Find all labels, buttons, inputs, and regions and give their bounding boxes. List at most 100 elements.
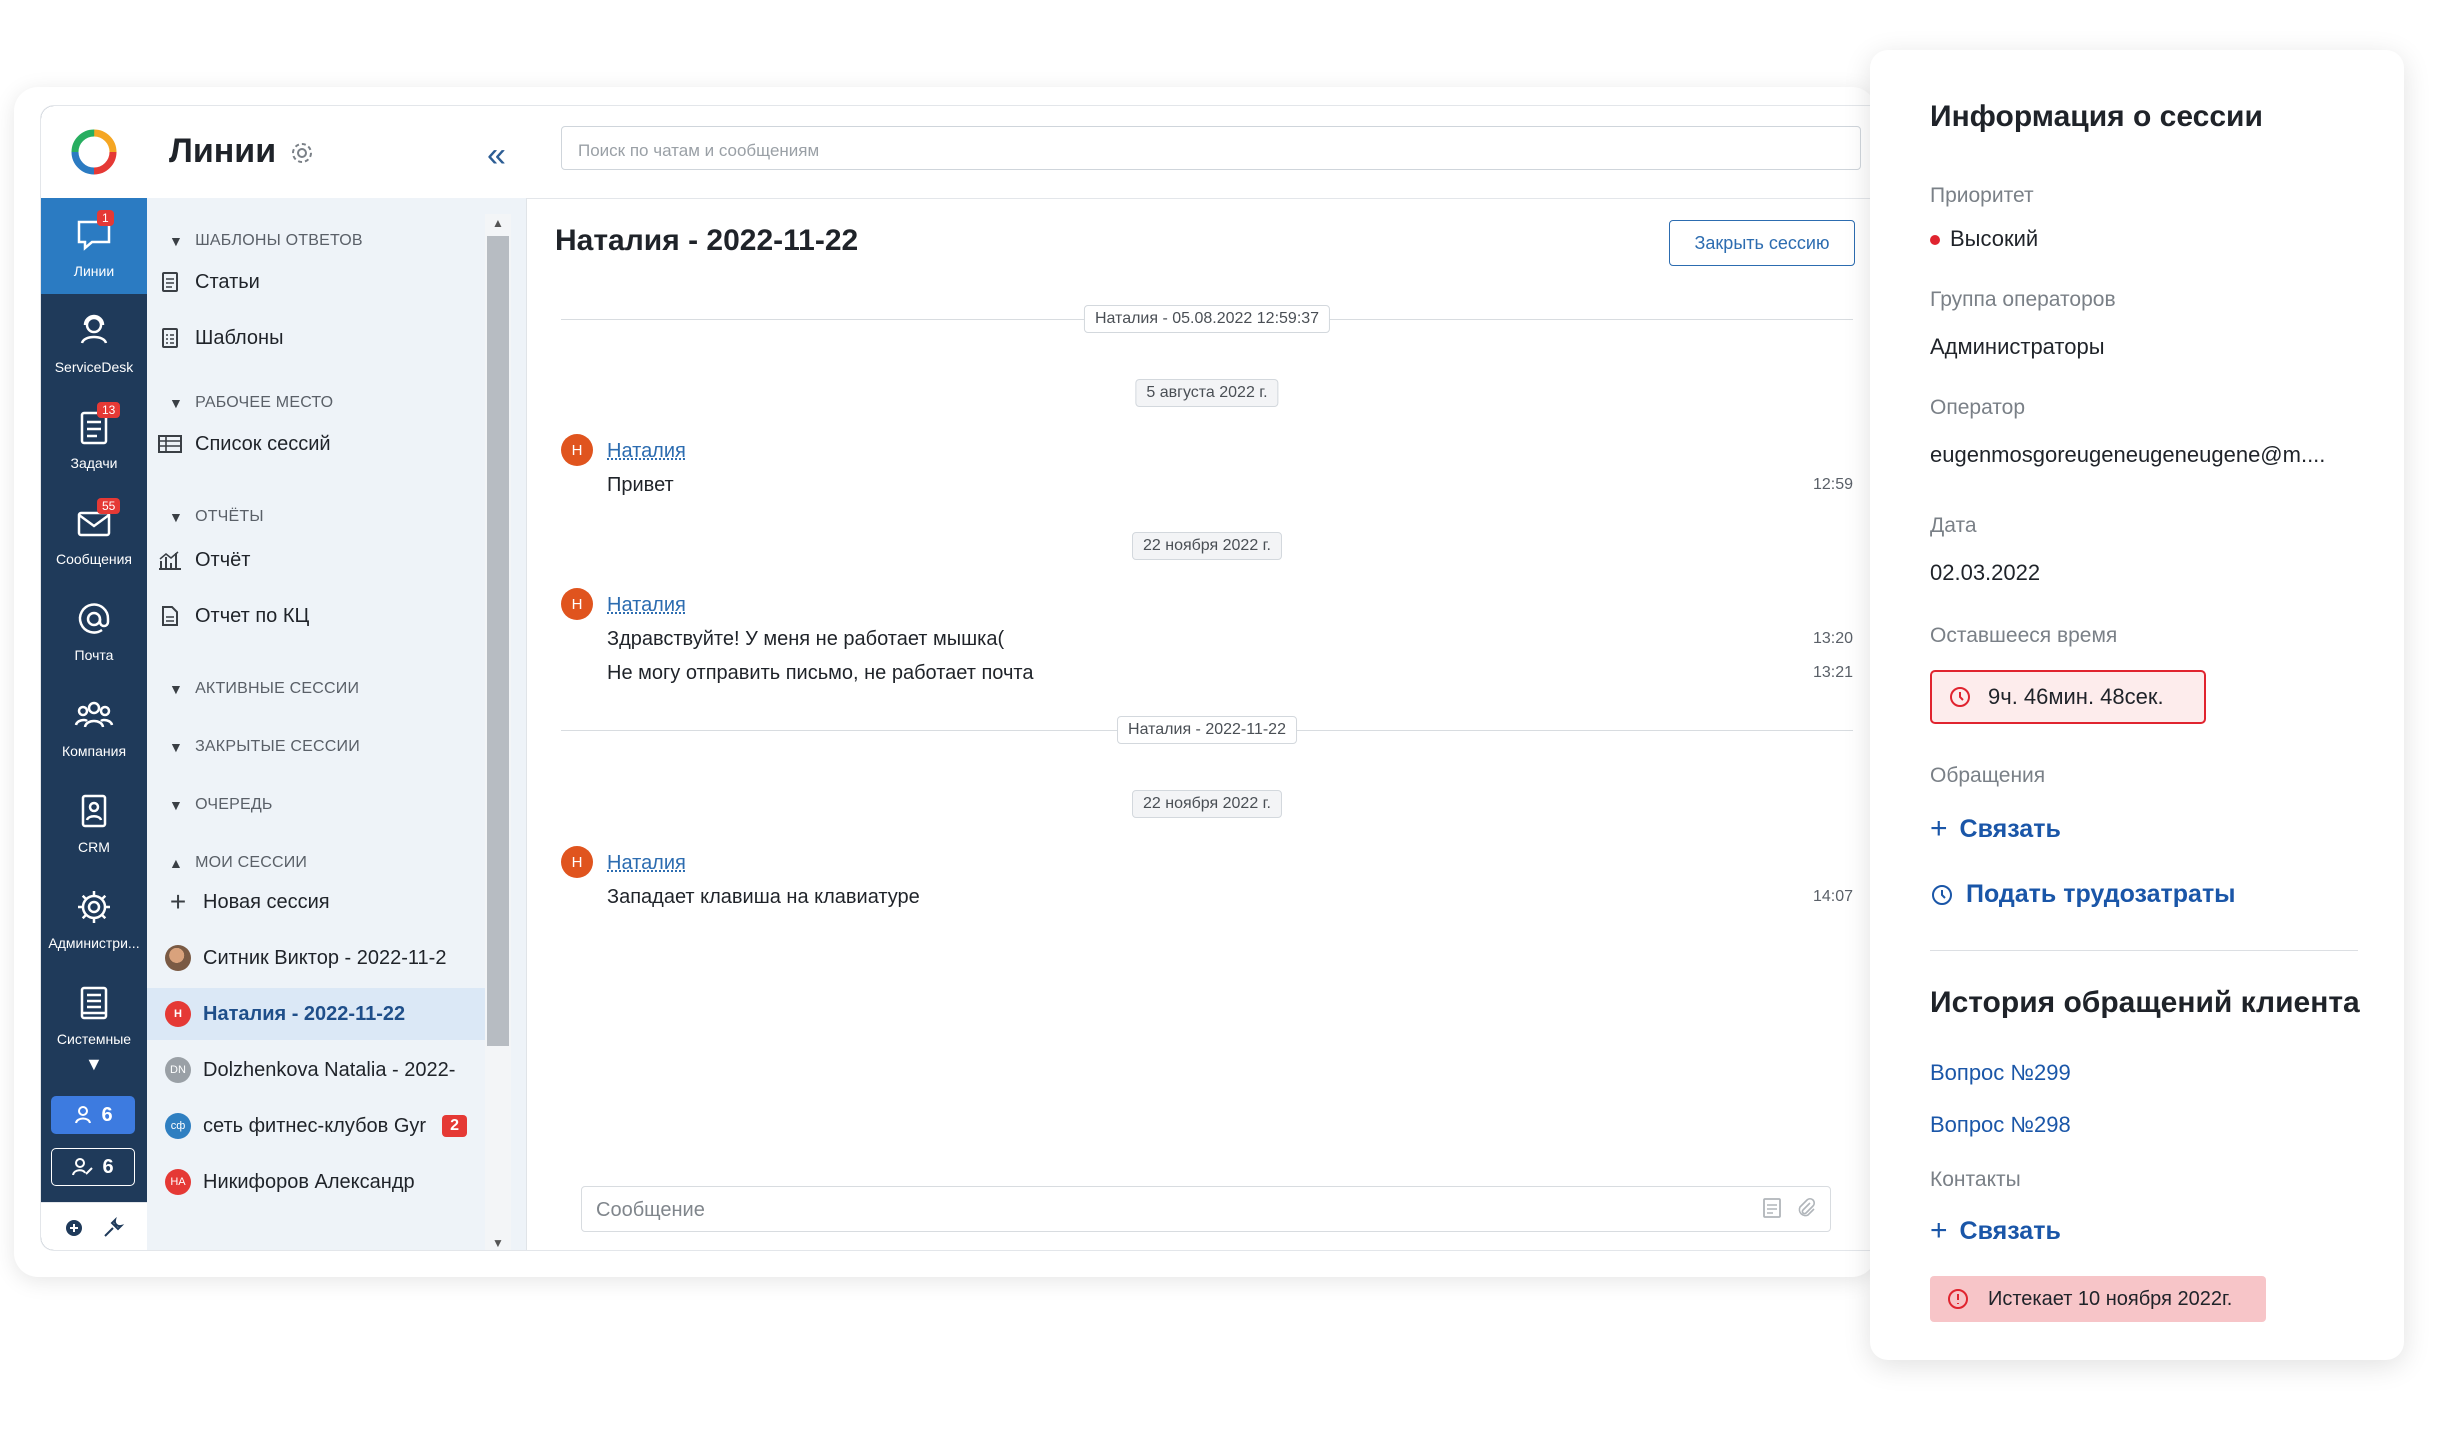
section-closed-sessions[interactable]: ▼ Закрытые сессии bbox=[169, 738, 360, 756]
section-workplace[interactable]: ▼ Рабочее место bbox=[169, 394, 333, 412]
divider bbox=[527, 198, 1876, 199]
plus-icon: + bbox=[1930, 1214, 1948, 1247]
priority-text: Высокий bbox=[1950, 226, 2039, 251]
nav-item-lines[interactable]: 1 Линии bbox=[41, 198, 147, 294]
message-time: 14:07 bbox=[1813, 888, 1854, 905]
app-window: 1 Линии ServiceDesk 13 Задачи 55 Сообщен… bbox=[14, 87, 1876, 1277]
history-link[interactable]: Вопрос №299 bbox=[1930, 1060, 2071, 1086]
scroll-down-icon[interactable]: ▼ bbox=[492, 1236, 504, 1250]
message-author[interactable]: Наталия bbox=[607, 852, 686, 875]
nav-item-crm[interactable]: CRM bbox=[41, 774, 147, 870]
session-item[interactable]: Ситник Виктор - 2022-11-2 bbox=[165, 932, 493, 984]
composer-icons bbox=[1762, 1197, 1816, 1219]
section-label: Шаблоны ответов bbox=[195, 232, 363, 249]
section-label: Мои сессии bbox=[195, 854, 308, 871]
chat-title: Наталия - 2022-11-22 bbox=[555, 224, 859, 257]
nav-item-admin[interactable]: Администри... bbox=[41, 870, 147, 966]
section-my-sessions[interactable]: ▲ Мои сессии bbox=[169, 854, 307, 872]
sidebar-item-articles[interactable]: Статьи bbox=[157, 256, 485, 308]
nav-label: Сообщения bbox=[56, 551, 132, 567]
avatar bbox=[165, 945, 191, 971]
message-input-placeholder: Сообщение bbox=[596, 1199, 705, 1221]
close-session-button[interactable]: Закрыть сессию bbox=[1669, 220, 1855, 266]
link-contact-label: Связать bbox=[1959, 1216, 2061, 1245]
sidebar-item-templates[interactable]: Шаблоны bbox=[157, 312, 485, 364]
message-author[interactable]: Наталия bbox=[607, 594, 686, 617]
message-text: Привет bbox=[607, 474, 674, 496]
requests-label: Обращения bbox=[1930, 764, 2046, 787]
paperclip-icon[interactable] bbox=[1796, 1197, 1816, 1219]
worklog-button[interactable]: Подать трудозатраты bbox=[1930, 880, 2236, 909]
new-session-button[interactable]: + Новая сессия bbox=[165, 876, 493, 928]
link-contact-button[interactable]: + Связать bbox=[1930, 1214, 2061, 1248]
nav-label: Задачи bbox=[70, 455, 118, 471]
worklog-label: Подать трудозатраты bbox=[1966, 880, 2236, 908]
link-request-button[interactable]: + Связать bbox=[1930, 812, 2061, 846]
template-icon[interactable] bbox=[1762, 1197, 1782, 1219]
operator-value: eugenmosgoreugeneugeneugene@m.... bbox=[1930, 442, 2326, 467]
wrench-icon[interactable] bbox=[101, 1216, 125, 1240]
operator-label: Оператор bbox=[1930, 396, 2026, 419]
scroll-up-icon[interactable]: ▲ bbox=[492, 216, 504, 230]
nav-badge: 55 bbox=[97, 498, 121, 514]
nav-item-tasks[interactable]: 13 Задачи bbox=[41, 390, 147, 486]
collapse-sidebar-icon[interactable]: « bbox=[487, 136, 506, 175]
nav-item-messages[interactable]: 55 Сообщения bbox=[41, 486, 147, 582]
sidebar-scrollbar[interactable]: ▲ ▼ bbox=[485, 214, 511, 1250]
add-circle-icon[interactable] bbox=[64, 1218, 84, 1238]
history-title: История обращений клиента bbox=[1930, 986, 2360, 1019]
message-author[interactable]: Наталия bbox=[607, 440, 686, 463]
nav-item-servicedesk[interactable]: ServiceDesk bbox=[41, 294, 147, 390]
session-item-selected[interactable]: Н Наталия - 2022-11-22 bbox=[147, 988, 485, 1040]
logo-icon bbox=[71, 129, 117, 175]
user-icon bbox=[75, 1106, 92, 1124]
session-divider-label: Наталия - 2022-11-22 bbox=[1117, 716, 1297, 744]
app-logo[interactable] bbox=[41, 106, 147, 198]
session-name: Ситник Виктор - 2022-11-2 bbox=[203, 946, 447, 969]
session-name: сеть фитнес-клубов Gyr bbox=[203, 1114, 427, 1137]
busy-operators-pill[interactable]: 6 bbox=[51, 1148, 135, 1186]
session-divider-label: Наталия - 05.08.2022 12:59:37 bbox=[1083, 305, 1331, 333]
section-label: Активные сессии bbox=[195, 680, 360, 697]
priority-dot-icon bbox=[1930, 235, 1940, 246]
triangle-down-icon: ▼ bbox=[169, 509, 184, 525]
nav-label: Системные bbox=[56, 1031, 132, 1047]
section-reports[interactable]: ▼ Отчёты bbox=[169, 508, 264, 526]
message-text: Здравствуйте! У меня не работает мышка( bbox=[607, 628, 1005, 650]
history-link[interactable]: Вопрос №298 bbox=[1930, 1112, 2071, 1138]
section-active-sessions[interactable]: ▼ Активные сессии bbox=[169, 680, 359, 698]
nav-item-system[interactable]: Системные bbox=[41, 966, 147, 1062]
section-templates[interactable]: ▼ Шаблоны ответов bbox=[169, 232, 363, 250]
document-icon bbox=[157, 269, 183, 295]
message-input[interactable]: Сообщение bbox=[581, 1186, 1831, 1232]
section-label: Рабочее место bbox=[195, 394, 334, 411]
session-item[interactable]: DN Dolzhenkova Natalia - 2022- bbox=[165, 1044, 493, 1096]
session-item[interactable]: сф сеть фитнес-клубов Gyr 2 bbox=[165, 1100, 493, 1152]
avatar: Н bbox=[561, 846, 593, 878]
online-count: 6 bbox=[101, 1103, 113, 1126]
nav-item-company[interactable]: Компания bbox=[41, 678, 147, 774]
expiry-warning: Истекает 10 ноября 2022г. bbox=[1930, 1276, 2266, 1322]
section-queue[interactable]: ▼ Очередь bbox=[169, 796, 273, 814]
document-icon bbox=[157, 603, 183, 629]
panel-title: Информация о сессии bbox=[1930, 100, 2263, 133]
settings-gear-icon[interactable] bbox=[289, 140, 315, 166]
sidebar-item-report-kc[interactable]: Отчет по КЦ bbox=[157, 590, 485, 642]
triangle-down-icon: ▼ bbox=[169, 739, 184, 755]
online-operators-pill[interactable]: 6 bbox=[51, 1096, 135, 1134]
group-value: Администраторы bbox=[1930, 334, 2105, 359]
nav-footer bbox=[41, 1202, 147, 1250]
search-input[interactable]: Поиск по чатам и сообщениям bbox=[561, 126, 1861, 170]
nav-more-chevron-icon[interactable]: ▼ bbox=[85, 1054, 103, 1075]
sidebar-item-sessions-list[interactable]: Список сессий bbox=[157, 418, 485, 470]
date-separator: 22 ноября 2022 г. bbox=[1132, 790, 1282, 818]
session-item[interactable]: НА Никифоров Александр bbox=[165, 1156, 493, 1208]
panel-divider bbox=[1930, 950, 2358, 951]
gear-icon bbox=[78, 891, 110, 923]
avatar: сф bbox=[165, 1113, 191, 1139]
sidebar-item-report[interactable]: Отчёт bbox=[157, 534, 485, 586]
scrollbar-thumb[interactable] bbox=[487, 236, 509, 1046]
nav-badge: 1 bbox=[97, 210, 114, 226]
sidebar-title: Линии bbox=[169, 132, 277, 170]
nav-item-mail[interactable]: Почта bbox=[41, 582, 147, 678]
